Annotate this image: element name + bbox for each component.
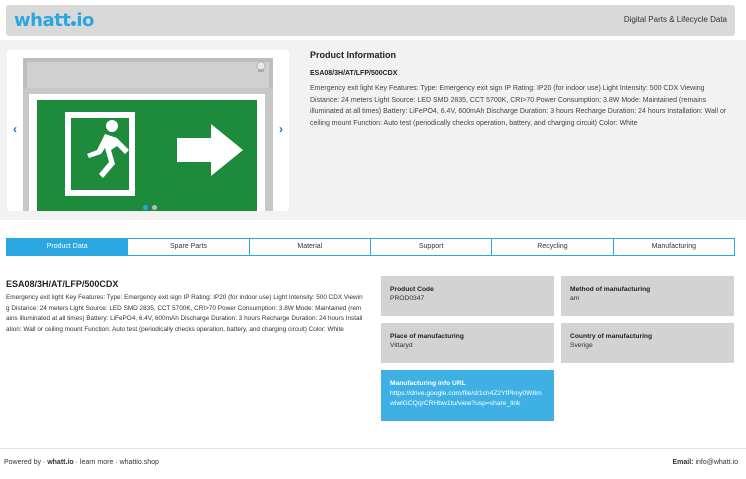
method-value: am	[570, 295, 580, 302]
site-footer: Powered by · whatt.io · learn more · wha…	[0, 448, 746, 479]
country-value: Sverige	[570, 342, 593, 349]
powered-by-text: Powered by ·	[4, 459, 46, 466]
logo-text: whatt	[14, 10, 71, 31]
product-data-description: Emergency exit light Key Features: Type:…	[6, 294, 363, 333]
footer-email: Email: info@whatt.io	[673, 459, 739, 466]
tab-recycling[interactable]: Recycling	[492, 238, 614, 256]
email-link[interactable]: info@whatt.io	[695, 459, 738, 466]
tab-product-data[interactable]: Product Data	[6, 238, 129, 256]
footer-powered-by: Powered by · whatt.io · learn more · wha…	[4, 459, 159, 466]
carousel-next-icon[interactable]: ›	[279, 122, 283, 136]
product-data-code: ESA08/3H/AT/LFP/500CDX	[6, 279, 119, 289]
place-value: Vittaryd	[390, 342, 413, 349]
manufacturing-info-url-card: Manufacturing info URL https://drive.goo…	[381, 370, 554, 421]
product-code-card: Product Code PROD0347	[381, 276, 554, 316]
product-information-panel: Product Information ESA08/3H/AT/LFP/500C…	[310, 50, 735, 129]
method-of-manufacturing-card: Method of manufacturing am	[561, 276, 734, 316]
product-tabs: Product Data Spare Parts Material Suppor…	[6, 238, 735, 256]
tab-spare-parts[interactable]: Spare Parts	[128, 238, 250, 256]
product-code-label: Product Code	[390, 286, 434, 293]
tab-manufacturing[interactable]: Manufacturing	[613, 238, 735, 256]
tab-support[interactable]: Support	[370, 238, 493, 256]
carousel-prev-icon[interactable]: ‹	[13, 122, 17, 136]
exit-sign-image	[23, 58, 273, 211]
manufacturing-info-link[interactable]: https://drive.google.com/file/d/1ch4Z2Yf…	[390, 389, 545, 409]
header-title: Digital Parts & Lifecycle Data	[623, 15, 727, 24]
product-code-value: PROD0347	[390, 295, 425, 302]
carousel-dot-2[interactable]	[152, 205, 157, 210]
site-header: whatt io Digital Parts & Lifecycle Data	[6, 5, 735, 36]
whattio-logo[interactable]: whatt io	[14, 10, 94, 31]
place-label: Place of manufacturing	[390, 333, 464, 340]
product-image-carousel[interactable]: ‹ ›	[7, 50, 289, 211]
carousel-dot-1[interactable]	[143, 205, 148, 210]
country-label: Country of manufacturing	[570, 333, 653, 340]
footer-links[interactable]: · learn more · whattio.shop	[76, 459, 159, 466]
place-of-manufacturing-card: Place of manufacturing Vittaryd	[381, 323, 554, 363]
carousel-dots	[143, 197, 161, 211]
email-label: Email:	[672, 459, 694, 466]
product-info-heading: Product Information	[310, 50, 396, 60]
url-label: Manufacturing info URL	[390, 380, 466, 387]
product-info-description: Emergency exit light Key Features: Type:…	[310, 85, 727, 127]
tab-material[interactable]: Material	[249, 238, 371, 256]
method-label: Method of manufacturing	[570, 286, 651, 293]
logo-suffix: io	[76, 10, 94, 31]
product-info-code: ESA08/3H/AT/LFP/500CDX	[310, 70, 398, 77]
country-of-manufacturing-card: Country of manufacturing Sverige	[561, 323, 734, 363]
footer-brand-link[interactable]: whatt.io	[47, 459, 73, 466]
